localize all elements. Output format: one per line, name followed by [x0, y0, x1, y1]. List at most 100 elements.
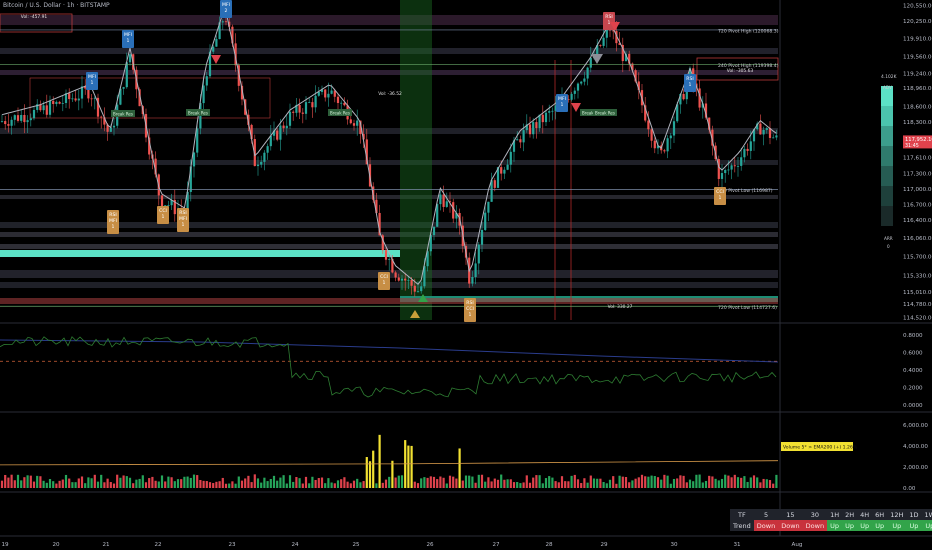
candle-body: [160, 195, 164, 207]
candle-body: [487, 201, 490, 213]
volume-bar: [538, 475, 541, 488]
volume-bar: [426, 477, 429, 488]
liquidity-band: [0, 244, 778, 249]
volume-bar: [420, 478, 423, 488]
price-tick-label: 117,300.00: [903, 172, 932, 178]
volume-bar: [522, 482, 525, 488]
volume-bar: [298, 478, 301, 488]
candle-body: [192, 152, 196, 167]
volume-bar: [42, 480, 45, 488]
candle-body: [573, 90, 576, 94]
candle-body: [327, 93, 330, 98]
volume-bar: [311, 476, 314, 488]
signal-tag-text: CCI: [159, 208, 167, 214]
volume-bar: [164, 481, 167, 488]
volume-tick-label: 2,000.00: [903, 465, 928, 471]
price-tick-label: 115,010.00: [903, 290, 932, 296]
candle-body: [29, 118, 32, 121]
volume-bar: [679, 475, 682, 488]
candle-body: [720, 173, 724, 179]
volume-bar: [346, 481, 349, 488]
volume-bar: [599, 478, 602, 488]
volume-bar: [631, 480, 634, 488]
volume-bar: [138, 478, 141, 488]
candle-body: [282, 125, 285, 129]
candle-body: [583, 78, 586, 82]
volume-bar: [580, 483, 583, 488]
volume-bar: [154, 480, 157, 488]
volume-bar: [125, 476, 128, 488]
volume-bar: [29, 475, 32, 488]
volume-bar: [663, 474, 666, 488]
signal-tag-text: MFI: [558, 96, 566, 102]
volume-bar: [368, 461, 372, 488]
candle-body: [196, 128, 199, 153]
trend-table-header-cell: 15: [778, 509, 803, 520]
signal-tag-text: MFI: [179, 216, 187, 222]
candle-body: [202, 85, 205, 104]
candle-body: [397, 277, 400, 281]
volume-bar: [208, 482, 212, 488]
strength-gauge-segment: [881, 206, 893, 226]
volume-bar: [320, 477, 324, 488]
gauge-label: 4.102K: [881, 74, 897, 80]
candle-body: [541, 114, 544, 123]
volume-bar: [516, 482, 519, 488]
volume-bar: [480, 474, 484, 488]
candle-body: [13, 115, 16, 120]
volume-bar: [704, 480, 708, 488]
volume-bar: [349, 483, 352, 488]
volume-bar: [26, 475, 29, 488]
volume-bar: [602, 481, 605, 488]
volume-bar: [468, 475, 471, 488]
candle-body: [727, 169, 730, 171]
volume-bar: [180, 479, 183, 488]
trend-table-header-cell: 2H: [842, 509, 858, 520]
candle-body: [586, 67, 589, 79]
gauge-label: ADV: [883, 85, 892, 90]
volume-bar: [676, 478, 679, 488]
volume-bar: [135, 479, 138, 488]
volume-bar: [474, 482, 477, 488]
time-tick-label: 20: [52, 542, 60, 548]
candle-body: [650, 129, 653, 141]
volume-bar: [423, 477, 426, 488]
volume-bar: [724, 474, 727, 488]
candle-body: [775, 135, 778, 138]
candle-body: [759, 123, 762, 135]
price-tick-label: 118,300.00: [903, 120, 932, 126]
volume-bar: [221, 477, 224, 488]
gauge-label: ARR: [884, 236, 893, 241]
chart-canvas[interactable]: 720 Pivot High (120068.3)240 Pivot High …: [0, 0, 932, 550]
volume-bar: [212, 483, 215, 488]
price-tick-label: 117,000.00: [903, 187, 932, 193]
candle-body: [516, 139, 519, 141]
volume-bar: [314, 479, 317, 488]
candle-body: [765, 128, 768, 130]
volume-bar: [464, 475, 468, 488]
candle-body: [410, 279, 413, 286]
strength-gauge-segment: [881, 126, 893, 146]
volume-bar: [304, 476, 308, 488]
candle-body: [48, 100, 52, 115]
candle-body: [432, 226, 436, 236]
volume-bar: [365, 457, 368, 488]
candle-body: [589, 57, 592, 68]
volume-bar: [682, 475, 685, 488]
volume-bar: [132, 483, 135, 488]
volume-bar: [672, 478, 676, 488]
volume-bar: [503, 479, 506, 488]
candle-body: [122, 87, 125, 89]
volume-bar: [272, 475, 276, 488]
signal-tag-text: 1: [127, 38, 130, 44]
volume-bar: [484, 481, 487, 488]
candle-body: [746, 148, 749, 151]
trend-table-cell: Down: [778, 520, 803, 531]
candle-body: [509, 151, 512, 165]
volume-bar: [32, 481, 36, 488]
volume-bar: [244, 478, 247, 488]
volume-tick-label: 4,000.00: [903, 444, 928, 450]
signal-tag-text: 1: [112, 224, 115, 230]
signal-tag-text: 2: [225, 8, 228, 14]
volume-bar: [765, 479, 768, 488]
